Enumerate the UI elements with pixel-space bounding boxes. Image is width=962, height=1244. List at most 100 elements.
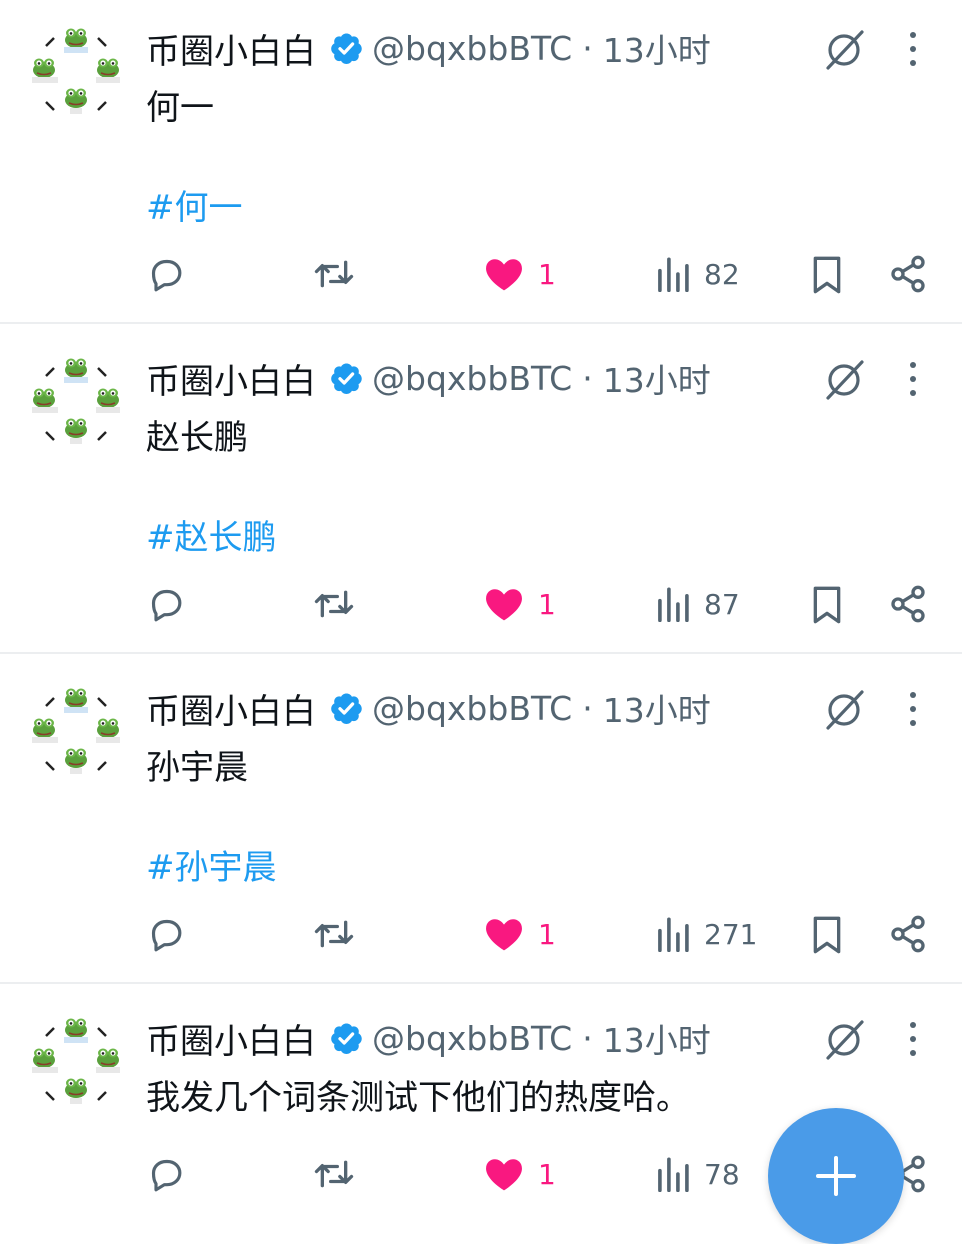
like-count: 1 (538, 587, 556, 621)
views-icon (658, 1157, 689, 1192)
tweet-header: 币圈小白白 @bqxbbBTC · 13小时 (146, 684, 711, 732)
share-button[interactable] (888, 914, 928, 954)
more-vertical-icon[interactable] (898, 26, 928, 72)
bookmark-icon (813, 256, 841, 294)
bookmark-button[interactable] (810, 585, 844, 625)
views-icon (658, 257, 689, 292)
hashtag-link[interactable]: #赵长鹏 (146, 510, 277, 559)
tweet-divider (0, 322, 962, 324)
heart-icon (486, 919, 522, 951)
verified-badge-icon (331, 1023, 362, 1055)
display-name[interactable]: 币圈小白白 (146, 1014, 316, 1063)
separator-dot: · (582, 1018, 593, 1058)
bookmark-button[interactable] (810, 915, 844, 955)
retweet-button[interactable] (312, 584, 356, 624)
tweet-text: 何一 (146, 88, 214, 128)
timestamp[interactable]: 13小时 (603, 1014, 711, 1062)
avatar[interactable] (28, 1012, 124, 1108)
user-handle[interactable]: @bqxbbBTC (372, 359, 572, 398)
avatar[interactable] (28, 352, 124, 448)
views-icon (658, 587, 689, 622)
share-icon (891, 915, 925, 953)
timestamp[interactable]: 13小时 (603, 354, 711, 402)
like-count: 1 (538, 257, 556, 291)
tweet-divider (0, 982, 962, 984)
reply-icon (151, 259, 182, 292)
avatar[interactable] (28, 22, 124, 118)
tweet-text: 我发几个词条测试下他们的热度哈。 (146, 1078, 690, 1118)
tweet[interactable]: 币圈小白白 @bqxbbBTC · 13小时 赵长鹏 #赵长鹏 1 87 (0, 330, 962, 652)
like-button[interactable]: 1 (484, 256, 556, 292)
retweet-icon (314, 1160, 354, 1188)
share-icon (891, 255, 925, 293)
views-button[interactable]: 82 (656, 256, 740, 292)
tweet[interactable]: 币圈小白白 @bqxbbBTC · 13小时 何一 #何一 1 82 (0, 0, 962, 322)
reply-icon (151, 919, 182, 952)
view-count: 78 (704, 1157, 740, 1191)
user-handle[interactable]: @bqxbbBTC (372, 29, 572, 68)
tweet-text: 赵长鹏 (146, 418, 248, 458)
bookmark-button[interactable] (810, 255, 844, 295)
views-icon (658, 917, 689, 952)
tweet-text: 孙宇晨 (146, 748, 248, 788)
reply-icon (151, 589, 182, 622)
retweet-button[interactable] (312, 914, 356, 954)
display-name[interactable]: 币圈小白白 (146, 684, 316, 733)
bookmark-icon (813, 916, 841, 954)
user-handle[interactable]: @bqxbbBTC (372, 689, 572, 728)
verified-badge-icon (331, 693, 362, 725)
display-name[interactable]: 币圈小白白 (146, 354, 316, 403)
tweet[interactable]: 币圈小白白 @bqxbbBTC · 13小时 孙宇晨 #孙宇晨 1 271 (0, 660, 962, 982)
view-count: 82 (704, 257, 740, 291)
separator-dot: · (582, 358, 593, 398)
reply-button[interactable] (146, 584, 186, 624)
avatar[interactable] (28, 682, 124, 778)
views-button[interactable]: 78 (656, 1156, 740, 1192)
reply-button[interactable] (146, 1154, 186, 1194)
hashtag-link[interactable]: #何一 (146, 180, 243, 229)
views-button[interactable]: 271 (656, 916, 757, 952)
plus-icon (816, 1156, 856, 1196)
retweet-icon (314, 920, 354, 948)
share-button[interactable] (888, 254, 928, 294)
share-button[interactable] (888, 584, 928, 624)
verified-badge-icon (331, 33, 362, 65)
grok-icon[interactable] (822, 688, 866, 732)
grok-icon[interactable] (822, 358, 866, 402)
verified-badge-icon (331, 363, 362, 395)
retweet-button[interactable] (312, 1154, 356, 1194)
like-count: 1 (538, 1157, 556, 1191)
like-count: 1 (538, 917, 556, 951)
view-count: 271 (704, 917, 758, 951)
display-name[interactable]: 币圈小白白 (146, 24, 316, 73)
like-button[interactable]: 1 (484, 916, 556, 952)
retweet-icon (314, 260, 354, 288)
separator-dot: · (582, 28, 593, 68)
retweet-icon (314, 590, 354, 618)
more-vertical-icon[interactable] (898, 1016, 928, 1062)
heart-icon (486, 1159, 522, 1191)
reply-button[interactable] (146, 914, 186, 954)
grok-icon[interactable] (822, 28, 866, 72)
tweet-divider (0, 652, 962, 654)
reply-icon (151, 1159, 182, 1192)
tweet-header: 币圈小白白 @bqxbbBTC · 13小时 (146, 1014, 711, 1062)
separator-dot: · (582, 688, 593, 728)
timestamp[interactable]: 13小时 (603, 684, 711, 732)
hashtag-link[interactable]: #孙宇晨 (146, 840, 277, 889)
user-handle[interactable]: @bqxbbBTC (372, 1019, 572, 1058)
heart-icon (486, 589, 522, 621)
more-vertical-icon[interactable] (898, 356, 928, 402)
reply-button[interactable] (146, 254, 186, 294)
like-button[interactable]: 1 (484, 586, 556, 622)
like-button[interactable]: 1 (484, 1156, 556, 1192)
more-vertical-icon[interactable] (898, 686, 928, 732)
compose-button[interactable] (768, 1108, 904, 1244)
grok-icon[interactable] (822, 1018, 866, 1062)
bookmark-icon (813, 586, 841, 624)
timestamp[interactable]: 13小时 (603, 24, 711, 72)
retweet-button[interactable] (312, 254, 356, 294)
view-count: 87 (704, 587, 740, 621)
share-icon (891, 585, 925, 623)
views-button[interactable]: 87 (656, 586, 740, 622)
